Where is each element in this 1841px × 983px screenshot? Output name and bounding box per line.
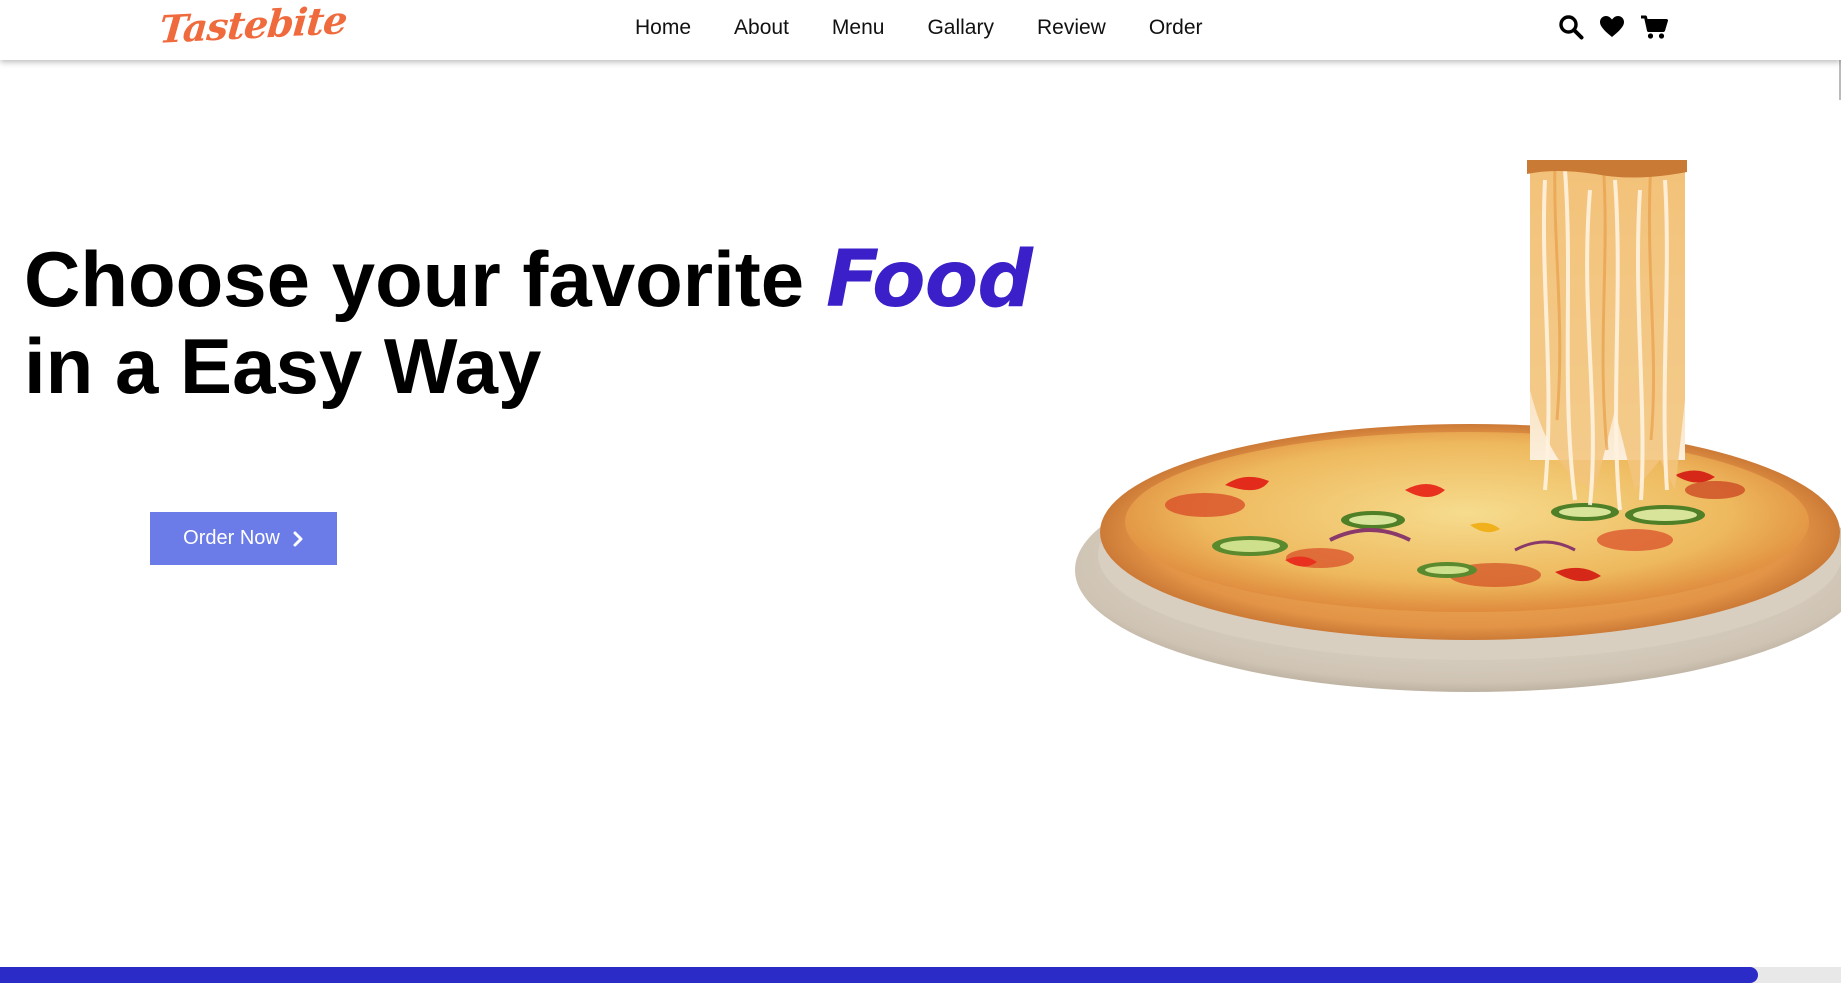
nav-link-order[interactable]: Order: [1149, 16, 1203, 40]
navbar: Tastebite Home About Menu Gallary Review…: [0, 0, 1841, 60]
nav-link-menu[interactable]: Menu: [832, 16, 885, 40]
hero-title-line2: in a Easy Way: [24, 322, 542, 410]
nav-link-home[interactable]: Home: [635, 16, 691, 40]
scroll-progress-track: [0, 967, 1841, 983]
cart-icon[interactable]: [1640, 14, 1668, 40]
order-now-label: Order Now: [183, 527, 280, 549]
nav-link-about[interactable]: About: [734, 16, 789, 40]
brand-logo[interactable]: Tastebite: [157, 0, 348, 52]
nav-icons: [1558, 14, 1668, 40]
nav-link-review[interactable]: Review: [1037, 16, 1106, 40]
hero-title-accent: Food: [825, 235, 1033, 325]
nav-link-gallary[interactable]: Gallary: [927, 16, 994, 40]
order-now-button[interactable]: Order Now: [150, 512, 337, 565]
chevron-right-icon: [293, 531, 303, 546]
pizza-image: [1075, 160, 1841, 692]
heart-icon[interactable]: [1599, 14, 1625, 40]
hero-title: Choose your favorite Food in a Easy Way: [24, 235, 1033, 410]
page: Tastebite Home About Menu Gallary Review…: [0, 0, 1841, 983]
nav-links: Home About Menu Gallary Review Order: [635, 0, 1203, 56]
scroll-progress-fill: [0, 967, 1759, 983]
search-icon[interactable]: [1558, 14, 1584, 40]
hero-title-line1: Choose your favorite: [24, 235, 826, 323]
